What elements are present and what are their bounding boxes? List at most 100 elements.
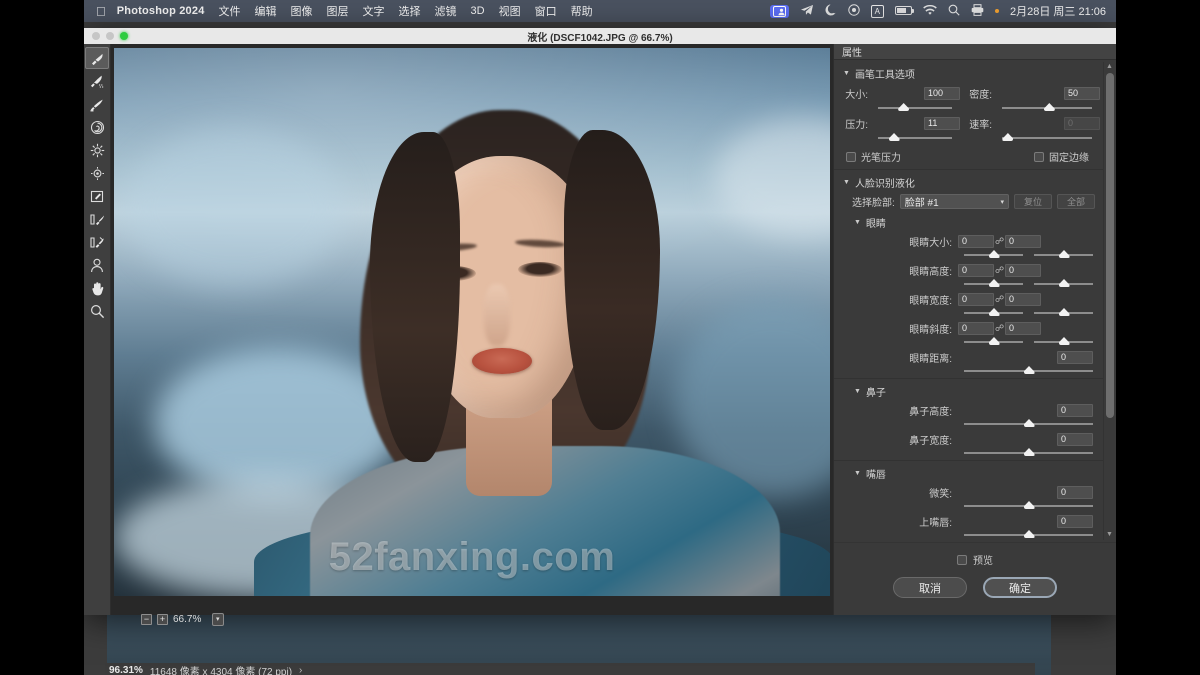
checkbox-pin-edges[interactable]: 固定边缘 [1034,149,1089,164]
search-icon[interactable] [948,4,960,18]
section-header-brush-options[interactable]: ▼ 画笔工具选项 [834,63,1103,84]
link-chain-icon[interactable]: ☍ [994,294,1005,305]
input-smile[interactable]: 0 [1057,486,1093,499]
slider-eye-size-right[interactable] [1034,249,1093,260]
input-brush-size[interactable]: 100 [924,87,960,100]
input-brush-pressure[interactable]: 11 [924,117,960,130]
dialog-title-bar[interactable]: 液化 (DSCF1042.JPG @ 66.7%) [84,28,1116,44]
slider-eye-height-left[interactable] [964,278,1023,289]
properties-scrollbar[interactable]: ▲ ▼ [1103,62,1115,540]
screen-mirroring-icon[interactable] [770,5,789,18]
wifi-icon[interactable] [923,5,937,18]
ok-button[interactable]: 确定 [983,577,1057,598]
slider-brush-pressure[interactable] [878,132,952,143]
input-eye-tilt-right[interactable]: 0 [1005,322,1041,335]
link-chain-icon[interactable]: ☍ [994,265,1005,276]
canvas-zoom-value[interactable]: 66.7% [173,614,207,625]
menu-item-edit[interactable]: 编辑 [255,3,277,19]
checkbox-box[interactable] [1034,152,1044,162]
menu-item-view[interactable]: 视图 [499,3,521,19]
scroll-down-arrow-icon[interactable]: ▼ [1104,530,1115,539]
thaw-mask-tool[interactable] [85,231,109,253]
input-brush-rate[interactable]: 0 [1064,117,1100,130]
checkbox-stylus-pressure[interactable]: 光笔压力 [846,149,901,164]
menu-item-type[interactable]: 文字 [363,3,385,19]
cancel-button[interactable]: 取消 [893,577,967,598]
input-brush-density[interactable]: 50 [1064,87,1100,100]
input-source-icon[interactable]: A [871,5,884,18]
link-chain-icon[interactable]: ☍ [994,323,1005,334]
status-chevron-icon[interactable]: › [299,665,302,675]
slider-nose-height[interactable] [964,418,1093,429]
push-left-tool[interactable] [85,185,109,207]
reconstruct-tool[interactable] [85,70,109,92]
menu-item-image[interactable]: 图像 [291,3,313,19]
slider-brush-density[interactable] [1002,102,1092,113]
slider-eye-size-left[interactable] [964,249,1023,260]
section-header-eyes[interactable]: ▼ 眼睛 [834,212,1103,233]
liquify-canvas-area[interactable]: 52fanxing.com − + 66.7% ▾ [111,44,833,615]
forward-warp-tool[interactable] [85,47,109,69]
section-header-face-aware[interactable]: ▼ 人脸识别液化 [834,172,1103,193]
input-eye-height-left[interactable]: 0 [958,264,994,277]
telegram-icon[interactable] [800,4,814,18]
slider-eye-tilt-right[interactable] [1034,336,1093,347]
slider-eye-distance[interactable] [964,365,1093,376]
menubar-clock[interactable]: 2月28日 周三 21:06 [1010,3,1106,19]
slider-brush-rate[interactable] [1002,132,1092,143]
scroll-up-arrow-icon[interactable]: ▲ [1104,62,1115,71]
slider-smile[interactable] [964,500,1093,511]
slider-brush-size[interactable] [878,102,952,113]
zoom-in-button[interactable]: + [157,614,168,625]
hand-tool[interactable] [85,277,109,299]
menu-item-3d[interactable]: 3D [471,5,485,17]
slider-eye-tilt-left[interactable] [964,336,1023,347]
pucker-tool[interactable] [85,139,109,161]
active-app-name[interactable]: Photoshop 2024 [117,5,205,17]
liquify-canvas[interactable]: 52fanxing.com [114,48,830,596]
input-nose-width[interactable]: 0 [1057,433,1093,446]
menu-item-layer[interactable]: 图层 [327,3,349,19]
record-icon[interactable] [848,4,860,18]
input-eye-height-right[interactable]: 0 [1005,264,1041,277]
apple-logo-icon[interactable]:  [84,5,117,18]
section-header-mouth[interactable]: ▼ 嘴唇 [834,463,1103,484]
reset-all-faces-button[interactable]: 全部 [1057,194,1095,209]
section-header-nose[interactable]: ▼ 鼻子 [834,381,1103,402]
slider-eye-height-right[interactable] [1034,278,1093,289]
preview-checkbox-row[interactable]: 预览 [834,543,1116,567]
input-nose-height[interactable]: 0 [1057,404,1093,417]
input-eye-distance[interactable]: 0 [1057,351,1093,364]
menu-item-file[interactable]: 文件 [219,3,241,19]
menu-item-select[interactable]: 选择 [399,3,421,19]
printer-icon[interactable] [971,4,984,18]
input-eye-size-left[interactable]: 0 [958,235,994,248]
chevron-down-icon[interactable]: ▾ [212,613,224,626]
smooth-tool[interactable] [85,93,109,115]
input-eye-tilt-left[interactable]: 0 [958,322,994,335]
moon-icon[interactable] [825,4,837,18]
slider-nose-width[interactable] [964,447,1093,458]
link-chain-icon[interactable]: ☍ [994,236,1005,247]
input-eye-size-right[interactable]: 0 [1005,235,1041,248]
scrollbar-thumb[interactable] [1106,73,1114,418]
slider-eye-width-left[interactable] [964,307,1023,318]
input-eye-width-left[interactable]: 0 [958,293,994,306]
battery-icon[interactable] [895,5,912,17]
face-tool[interactable] [85,254,109,276]
reset-face-button[interactable]: 复位 [1014,194,1052,209]
menu-item-help[interactable]: 帮助 [571,3,593,19]
zoom-tool[interactable] [85,300,109,322]
input-eye-width-right[interactable]: 0 [1005,293,1041,306]
zoom-out-button[interactable]: − [141,614,152,625]
freeze-mask-tool[interactable] [85,208,109,230]
slider-eye-width-right[interactable] [1034,307,1093,318]
checkbox-box[interactable] [846,152,856,162]
menu-item-window[interactable]: 窗口 [535,3,557,19]
dropdown-select-face[interactable]: 脸部 #1 ▾ [900,194,1009,209]
slider-upper-lip[interactable] [964,529,1093,540]
twirl-clockwise-tool[interactable] [85,116,109,138]
menu-item-filter[interactable]: 滤镜 [435,3,457,19]
checkbox-box[interactable] [957,555,967,565]
input-upper-lip[interactable]: 0 [1057,515,1093,528]
